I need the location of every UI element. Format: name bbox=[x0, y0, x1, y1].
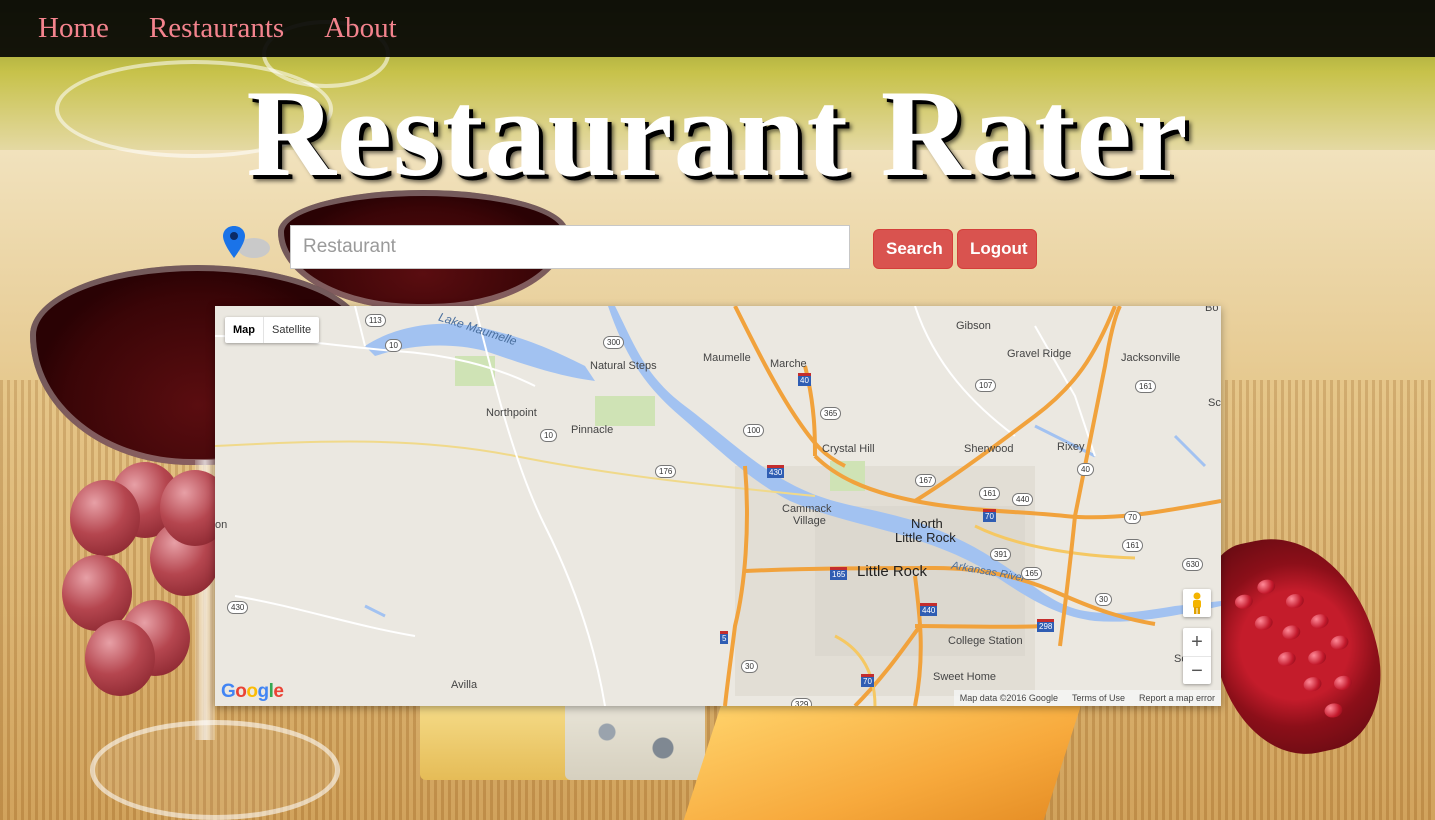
map-place-label: Northpoint bbox=[486, 407, 537, 419]
route-shield: 176 bbox=[655, 465, 677, 478]
interstate-shield: 70 bbox=[983, 509, 996, 522]
zoom-control: + − bbox=[1183, 628, 1211, 684]
pomegranate-seed bbox=[1284, 592, 1306, 610]
map-place-label: Marche bbox=[770, 358, 807, 370]
map-place-label: Natural Steps bbox=[590, 360, 657, 372]
google-logo-letter: o bbox=[235, 681, 247, 702]
logout-button[interactable]: Logout bbox=[957, 229, 1037, 269]
route-shield: 161 bbox=[979, 487, 1001, 500]
google-map[interactable]: Map Satellite Lake Maumelle Natural Step… bbox=[215, 306, 1221, 706]
interstate-shield: 430 bbox=[767, 465, 785, 478]
interstate-shield: 440 bbox=[920, 603, 938, 616]
map-tiles[interactable] bbox=[215, 306, 1221, 706]
route-shield: 440 bbox=[1012, 493, 1034, 506]
zoom-out-button[interactable]: − bbox=[1183, 657, 1211, 685]
map-place-label: Gibson bbox=[956, 320, 991, 332]
map-place-label: Little Rock bbox=[895, 530, 956, 545]
blue-cheese bbox=[565, 700, 705, 780]
restaurant-search-input[interactable] bbox=[290, 225, 850, 269]
map-place-label: College Station bbox=[948, 635, 1023, 647]
map-place-label: North bbox=[911, 516, 943, 531]
report-map-error-link[interactable]: Report a map error bbox=[1139, 693, 1215, 703]
map-place-label: on bbox=[215, 519, 228, 531]
map-place-label: Sherwood bbox=[964, 443, 1014, 455]
google-logo[interactable]: Google bbox=[221, 681, 284, 703]
interstate-shield: 40 bbox=[798, 373, 811, 386]
map-pin-icon bbox=[223, 226, 270, 258]
pomegranate-seed bbox=[1306, 648, 1328, 667]
zoom-in-button[interactable]: + bbox=[1183, 628, 1211, 657]
map-place-label: Sweet Home bbox=[933, 671, 996, 683]
route-shield: 107 bbox=[975, 379, 997, 392]
pomegranate-seed bbox=[1323, 701, 1344, 720]
google-logo-letter: e bbox=[273, 681, 284, 702]
pegman-icon bbox=[1193, 592, 1201, 614]
page-title: Restaurant Rater bbox=[246, 65, 1189, 202]
map-attribution: Map data ©2016 Google Terms of Use Repor… bbox=[953, 690, 1221, 706]
interstate-shield: 298 bbox=[1037, 619, 1055, 632]
map-place-label: Sc bbox=[1208, 397, 1221, 409]
interstate-shield: 165 bbox=[830, 567, 848, 580]
pomegranate-seed bbox=[1276, 650, 1297, 668]
route-shield: 165 bbox=[1021, 567, 1043, 580]
route-shield: 161 bbox=[1135, 380, 1157, 393]
map-place-label: Maumelle bbox=[703, 352, 751, 364]
map-type-satellite-button[interactable]: Satellite bbox=[264, 317, 319, 343]
pomegranate-seed bbox=[1309, 612, 1330, 631]
navbar: Home Restaurants About bbox=[0, 0, 1435, 57]
route-shield: 70 bbox=[1124, 511, 1141, 524]
map-place-label: Cammack bbox=[782, 503, 832, 515]
map-place-label: Crystal Hill bbox=[822, 443, 875, 455]
route-shield: 391 bbox=[990, 548, 1012, 561]
interstate-shield: 5 bbox=[720, 631, 729, 644]
map-place-label: Rixey bbox=[1057, 441, 1085, 453]
grape bbox=[70, 480, 140, 556]
nav-link-about[interactable]: About bbox=[324, 12, 397, 45]
orange-cheese bbox=[677, 700, 1083, 820]
route-shield: 365 bbox=[820, 407, 842, 420]
wine-glass-foot bbox=[90, 720, 340, 820]
route-shield: 30 bbox=[741, 660, 758, 673]
route-shield: 100 bbox=[743, 424, 765, 437]
route-shield: 167 bbox=[915, 474, 937, 487]
map-place-label: Jacksonville bbox=[1121, 352, 1181, 364]
route-shield: 161 bbox=[1122, 539, 1144, 552]
terms-of-use-link[interactable]: Terms of Use bbox=[1072, 693, 1125, 703]
map-place-label: Pinnacle bbox=[571, 424, 614, 436]
search-button[interactable]: Search bbox=[873, 229, 953, 269]
map-place-label: Village bbox=[793, 515, 826, 527]
google-logo-letter: o bbox=[246, 681, 258, 702]
map-place-label: Avilla bbox=[451, 679, 478, 691]
google-logo-letter: G bbox=[221, 681, 236, 702]
pomegranate-seed bbox=[1255, 577, 1277, 596]
route-shield: 40 bbox=[1077, 463, 1094, 476]
map-place-label: Little Rock bbox=[857, 563, 928, 580]
pomegranate-seed bbox=[1332, 674, 1354, 692]
route-shield: 300 bbox=[603, 336, 625, 349]
route-shield: 30 bbox=[1095, 593, 1112, 606]
interstate-shield: 70 bbox=[861, 674, 874, 687]
pomegranate-seed bbox=[1281, 623, 1302, 642]
nav-link-home[interactable]: Home bbox=[38, 12, 109, 45]
google-logo-letter: g bbox=[257, 681, 270, 702]
map-data-credit: Map data ©2016 Google bbox=[959, 693, 1058, 703]
nav-link-restaurants[interactable]: Restaurants bbox=[149, 12, 284, 45]
pomegranate-seed bbox=[1302, 675, 1323, 693]
route-shield: 10 bbox=[540, 429, 557, 442]
map-place-label: Gravel Ridge bbox=[1007, 348, 1072, 360]
pomegranate-seed bbox=[1329, 633, 1350, 652]
pomegranate-seed bbox=[1233, 592, 1255, 611]
route-shield: 113 bbox=[365, 314, 386, 327]
route-shield: 630 bbox=[1182, 558, 1204, 571]
street-view-pegman[interactable] bbox=[1183, 589, 1211, 617]
grape bbox=[85, 620, 155, 696]
map-place-label: Bo bbox=[1205, 306, 1219, 314]
route-shield: 10 bbox=[385, 339, 402, 352]
route-shield: 430 bbox=[227, 601, 249, 614]
map-type-control: Map Satellite bbox=[225, 317, 320, 343]
pomegranate-seed bbox=[1253, 614, 1275, 632]
route-shield: 329 bbox=[791, 698, 813, 706]
map-type-map-button[interactable]: Map bbox=[225, 317, 264, 343]
